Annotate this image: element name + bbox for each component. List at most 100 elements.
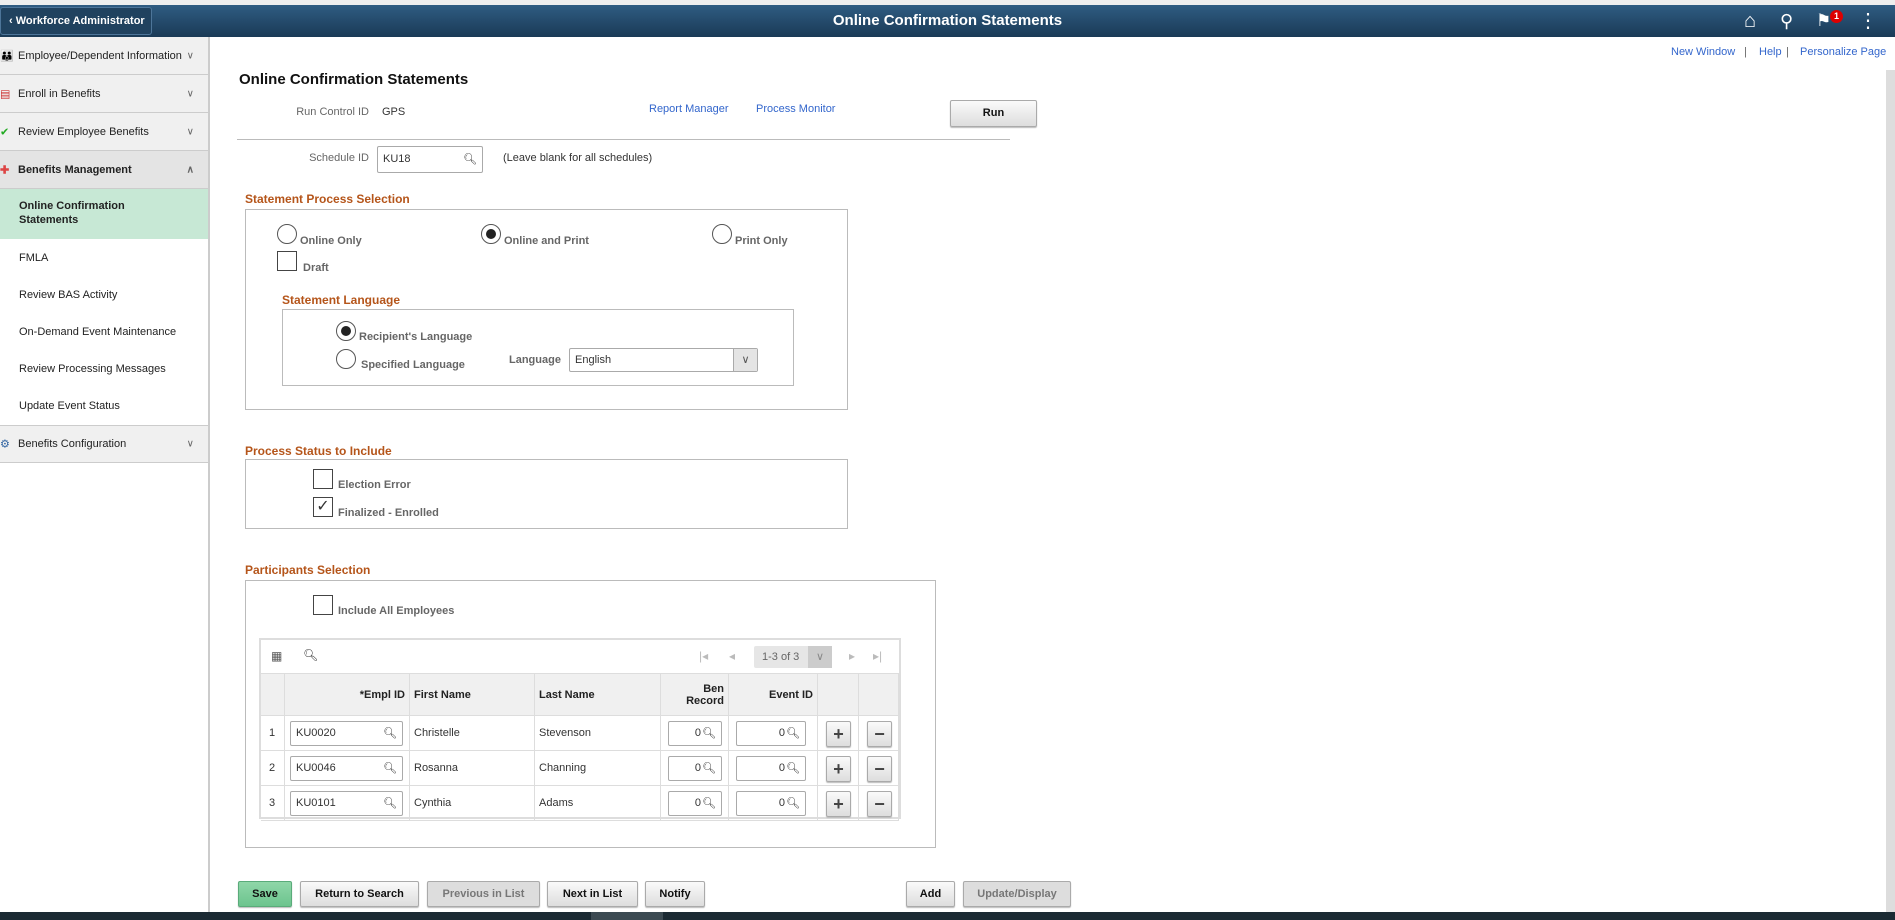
sidebar-group-benefits-management[interactable]: ✚ Benefits Management ∧: [0, 151, 208, 189]
search-icon[interactable]: 🔍︎: [786, 722, 800, 745]
return-to-search-button[interactable]: Return to Search: [300, 881, 419, 907]
add-row-button[interactable]: +: [826, 721, 851, 747]
event-id-input[interactable]: 0 🔍︎: [736, 721, 806, 746]
draft-checkbox[interactable]: [277, 251, 297, 271]
next-page-icon[interactable]: ▸: [849, 649, 855, 663]
print-only-radio[interactable]: [712, 224, 732, 244]
previous-page-icon[interactable]: ◂: [729, 649, 735, 663]
run-button[interactable]: Run: [950, 100, 1037, 127]
search-icon[interactable]: 🔍︎: [383, 757, 397, 780]
sidebar-item-update-event[interactable]: Update Event Status: [19, 400, 120, 412]
search-icon[interactable]: 🔍︎: [702, 792, 716, 815]
column-header: [261, 674, 285, 716]
home-icon[interactable]: ⌂: [1744, 9, 1756, 33]
add-row-button[interactable]: +: [826, 756, 851, 782]
search-icon[interactable]: 🔍︎: [702, 757, 716, 780]
taskbar-item[interactable]: [591, 912, 663, 920]
pagination-select[interactable]: 1-3 of 3 ∨: [754, 646, 832, 668]
sidebar-item-online-confirmation[interactable]: Online Confirmation Statements: [0, 189, 208, 239]
search-icon[interactable]: 🔍︎: [463, 147, 477, 172]
sidebar: 👪 Employee/Dependent Information ∨ ▤ Enroll…: [0, 37, 210, 912]
last-name-cell: Channing: [535, 751, 661, 786]
save-button[interactable]: Save: [238, 881, 292, 907]
empl-id-input[interactable]: KU0020 🔍︎: [290, 721, 403, 746]
chevron-down-icon[interactable]: ∨: [733, 349, 757, 371]
search-icon[interactable]: 🔍︎: [702, 722, 716, 745]
help-link[interactable]: Help: [1759, 46, 1782, 58]
sidebar-item-fmla[interactable]: FMLA: [19, 252, 48, 264]
recipients-language-radio[interactable]: [336, 321, 356, 341]
update-display-button[interactable]: Update/Display: [963, 881, 1071, 907]
empl-id-input[interactable]: KU0101 🔍︎: [290, 791, 403, 816]
language-select[interactable]: English ∨: [569, 348, 758, 372]
sidebar-item-processing-messages[interactable]: Review Processing Messages: [19, 363, 166, 375]
ben-record-input[interactable]: 0 🔍︎: [668, 721, 722, 746]
last-name: Stevenson: [539, 727, 591, 739]
run-control-label: Run Control ID: [296, 106, 369, 118]
event-id-input[interactable]: 0 🔍︎: [736, 756, 806, 781]
schedule-id-label: Schedule ID: [309, 152, 369, 164]
search-icon[interactable]: 🔍︎: [786, 757, 800, 780]
search-icon[interactable]: 🔍︎: [383, 722, 397, 745]
sidebar-item-review-bas[interactable]: Review BAS Activity: [19, 289, 117, 301]
previous-in-list-button[interactable]: Previous in List: [427, 881, 540, 907]
include-all-checkbox[interactable]: [313, 595, 333, 615]
ben-record-value: 0: [694, 727, 701, 739]
online-only-label: Online Only: [300, 235, 362, 247]
notify-button[interactable]: Notify: [645, 881, 705, 907]
ben-record-input[interactable]: 0 🔍︎: [668, 791, 722, 816]
empl-id-input[interactable]: KU0046 🔍︎: [290, 756, 403, 781]
search-icon[interactable]: ⚲: [1780, 9, 1793, 33]
finalized-enrolled-checkbox[interactable]: ✓: [313, 497, 333, 517]
scrollbar[interactable]: [1886, 70, 1895, 912]
chevron-down-icon: ∨: [186, 438, 194, 450]
find-icon[interactable]: 🔍︎: [303, 648, 318, 662]
flag-icon[interactable]: ⚑: [1816, 9, 1831, 33]
personalize-page-link[interactable]: Personalize Page: [1800, 46, 1886, 58]
group-label: Benefits Configuration: [18, 438, 127, 450]
personalize-grid-icon[interactable]: ▦: [271, 649, 282, 663]
header-bar: Online Confirmation Statements ‹ Workfor…: [0, 5, 1895, 37]
first-page-icon[interactable]: |◂: [699, 649, 708, 663]
last-page-icon[interactable]: ▸|: [873, 649, 882, 663]
ben-record-cell: 0 🔍︎: [661, 751, 729, 786]
search-icon[interactable]: 🔍︎: [383, 792, 397, 815]
empl-id-cell: KU0020 🔍︎: [285, 716, 410, 751]
online-and-print-radio[interactable]: [481, 224, 501, 244]
language-value: English: [575, 354, 612, 366]
empl-id-value: KU0046: [296, 762, 336, 774]
empl-id-value: KU0101: [296, 797, 336, 809]
schedule-id-input[interactable]: KU18 🔍︎: [377, 146, 483, 173]
report-manager-link[interactable]: Report Manager: [649, 103, 729, 115]
back-button[interactable]: ‹ Workforce Administrator: [0, 7, 152, 35]
specified-language-radio[interactable]: [336, 349, 356, 369]
ben-record-cell: 0 🔍︎: [661, 716, 729, 751]
search-icon[interactable]: 🔍︎: [786, 792, 800, 815]
delete-row-button[interactable]: −: [867, 756, 892, 782]
add-button[interactable]: Add: [906, 881, 955, 907]
online-and-print-label: Online and Print: [504, 235, 589, 247]
sidebar-group-employee-dependent[interactable]: 👪 Employee/Dependent Information ∨: [0, 37, 208, 75]
add-row-button[interactable]: +: [826, 791, 851, 817]
ben-record-input[interactable]: 0 🔍︎: [668, 756, 722, 781]
election-error-checkbox[interactable]: [313, 469, 333, 489]
chevron-down-icon: ∨: [186, 50, 194, 61]
sidebar-item-on-demand[interactable]: On-Demand Event Maintenance: [19, 326, 176, 338]
first-name-cell: Rosanna: [410, 751, 535, 786]
delete-row-button[interactable]: −: [867, 791, 892, 817]
add-row-cell: +: [818, 786, 859, 821]
row-number-cell: 3: [261, 786, 285, 821]
sidebar-group-review-benefits[interactable]: ✔ Review Employee Benefits ∨: [0, 113, 208, 151]
process-monitor-link[interactable]: Process Monitor: [756, 103, 835, 115]
grid-toolbar: ▦ 🔍︎ |◂ ◂ 1-3 of 3 ∨ ▸ ▸|: [261, 640, 899, 674]
sidebar-group-enroll[interactable]: ▤ Enroll in Benefits ∨: [0, 75, 208, 113]
more-icon[interactable]: ⋮: [1858, 9, 1878, 33]
chevron-down-icon: ∨: [808, 646, 832, 668]
event-id-input[interactable]: 0 🔍︎: [736, 791, 806, 816]
new-window-link[interactable]: New Window: [1671, 46, 1735, 58]
online-only-radio[interactable]: [277, 224, 297, 244]
sidebar-group-benefits-configuration[interactable]: ⚙ Benefits Configuration ∨: [0, 425, 208, 463]
next-in-list-button[interactable]: Next in List: [547, 881, 638, 907]
ben-record-cell: 0 🔍︎: [661, 786, 729, 821]
delete-row-button[interactable]: −: [867, 721, 892, 747]
